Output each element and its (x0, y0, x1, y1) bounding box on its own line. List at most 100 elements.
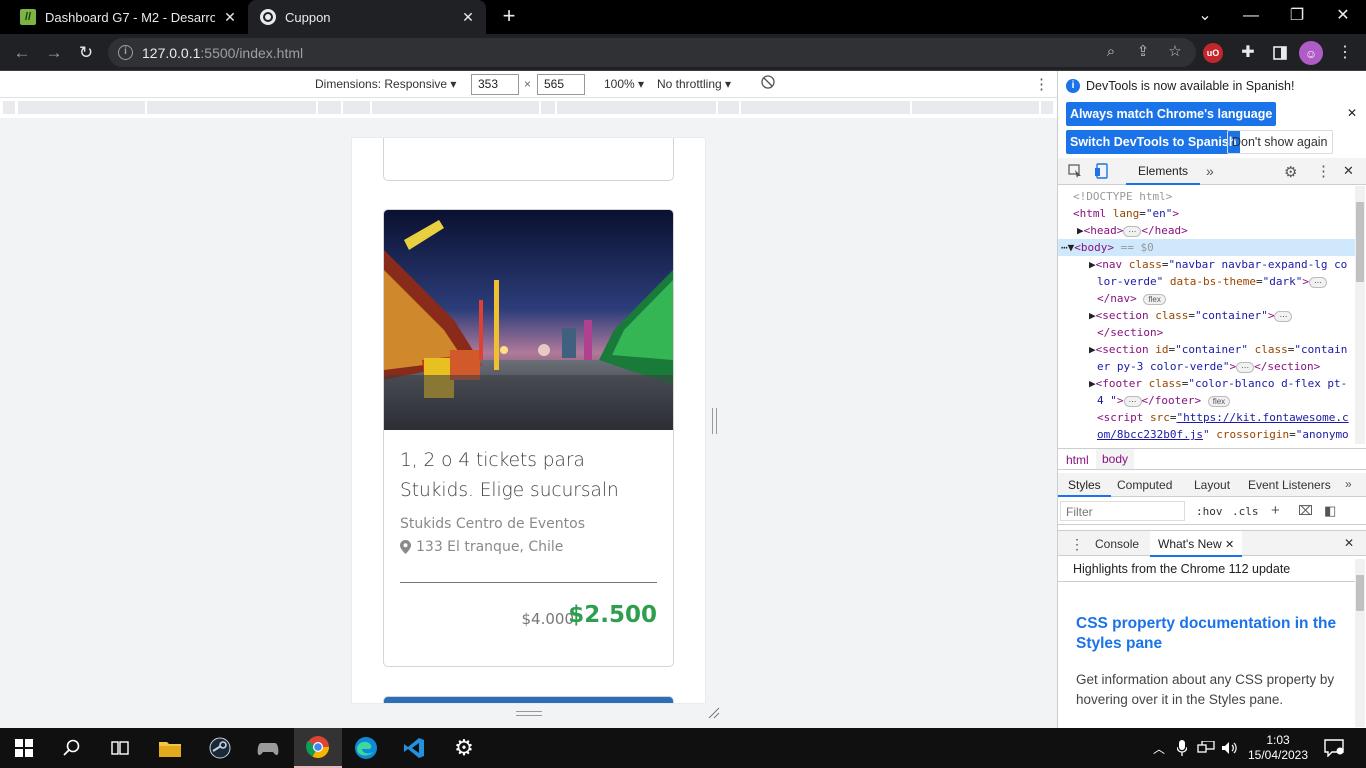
tab-cuppon[interactable]: Cuppon ✕ (248, 0, 486, 34)
file-explorer-icon[interactable] (146, 728, 194, 768)
language-notice: DevTools is now available in Spanish! (1086, 79, 1295, 93)
volume-icon[interactable] (1220, 728, 1240, 768)
close-infobar-icon[interactable]: ✕ (1347, 106, 1357, 120)
restore-button[interactable]: ❐ (1274, 0, 1320, 34)
media-query-bar[interactable] (0, 98, 1057, 118)
whats-new-body: Get information about any CSS property b… (1076, 672, 1335, 707)
address: 133 El tranque, Chile (400, 539, 563, 555)
side-panel-icon[interactable] (1267, 40, 1293, 66)
close-drawer-icon[interactable]: ✕ (1344, 536, 1354, 550)
sidebar-toggle-icon[interactable]: ◧ (1324, 503, 1336, 519)
resize-bottom-handle[interactable] (516, 711, 542, 716)
width-input[interactable]: 353 (471, 74, 519, 95)
address-bar[interactable]: i 127.0.0.1:5500/index.html ⌕ ⇪ ☆ (108, 38, 1196, 67)
profile-avatar[interactable]: ☺ (1299, 41, 1323, 65)
search-icon[interactable] (48, 728, 96, 768)
times-sign: × (524, 77, 532, 91)
extensions-puzzle-icon[interactable]: ✚ (1235, 40, 1261, 66)
close-window-button[interactable]: ✕ (1320, 0, 1366, 34)
info-icon[interactable]: i (118, 45, 133, 60)
resize-corner-icon[interactable] (707, 706, 721, 720)
map-pin-icon (400, 540, 411, 554)
zoom-search-icon[interactable]: ⌕ (1100, 41, 1122, 63)
height-input[interactable]: 565 (537, 74, 585, 95)
menu-kebab-icon[interactable]: ⋮ (1332, 40, 1358, 66)
game-controller-icon[interactable] (244, 728, 292, 768)
dont-show-again-button[interactable]: Don't show again (1227, 130, 1333, 154)
kebab-menu-icon[interactable]: ⋮ (1316, 162, 1331, 180)
page-viewport: 1, 2 o 4 tickets para Stukids. Elige suc… (352, 138, 705, 703)
hov-toggle[interactable]: :hov (1196, 505, 1223, 518)
url-text[interactable]: 127.0.0.1:5500/index.html (142, 45, 303, 61)
drawer-scrollbar[interactable] (1355, 559, 1365, 727)
tab-event-listeners[interactable]: Event Listeners (1248, 478, 1331, 492)
network-icon[interactable] (1196, 728, 1216, 768)
next-card[interactable] (383, 696, 674, 703)
minimize-button[interactable]: — (1228, 0, 1274, 34)
vscode-icon[interactable] (390, 728, 438, 768)
crumb-html[interactable]: html (1066, 453, 1089, 467)
more-tabs-icon[interactable]: » (1345, 477, 1352, 491)
more-tabs-icon[interactable]: » (1206, 163, 1214, 179)
crumb-body[interactable]: body (1096, 449, 1135, 469)
microphone-icon[interactable] (1174, 728, 1190, 768)
tab-dashboard[interactable]: // Dashboard G7 - M2 - Desarrollo ✕ (8, 0, 248, 34)
windows-start-icon[interactable] (0, 728, 48, 768)
tab-strip: // Dashboard G7 - M2 - Desarrollo ✕ Cupp… (0, 0, 1366, 34)
chevron-up-icon[interactable]: ︿ (1150, 728, 1168, 768)
rotate-icon[interactable] (761, 75, 775, 92)
tab-search-chevron-down-icon[interactable]: ⌄ (1182, 0, 1228, 34)
inspect-element-icon[interactable] (1068, 164, 1082, 178)
dom-tree[interactable]: <!DOCTYPE html> <html lang="en"> ▶<head>… (1058, 186, 1355, 444)
chrome-icon[interactable] (294, 728, 342, 768)
gear-icon[interactable]: ⚙ (1284, 163, 1297, 181)
switch-to-spanish-button[interactable]: Switch DevTools to Spanish (1066, 130, 1241, 154)
reload-icon[interactable]: ↻ (73, 40, 99, 66)
ublock-icon[interactable]: uO (1203, 43, 1223, 63)
steam-icon[interactable] (196, 728, 244, 768)
whats-new-header: Highlights from the Chrome 112 update (1058, 557, 1356, 582)
cls-toggle[interactable]: .cls (1232, 505, 1259, 518)
whats-new-title[interactable]: CSS property documentation in the Styles… (1076, 614, 1354, 654)
dom-scrollbar[interactable] (1355, 186, 1365, 444)
drawer-tabbar: ⋮ Console What's New ✕ ✕ (1058, 530, 1366, 557)
new-rule-icon[interactable]: + (1271, 502, 1280, 519)
tab-computed[interactable]: Computed (1117, 478, 1172, 492)
close-icon[interactable]: ✕ (222, 9, 238, 25)
tab-styles[interactable]: Styles (1058, 473, 1111, 497)
notifications-icon[interactable] (1320, 728, 1348, 768)
filter-input[interactable]: Filter (1060, 501, 1185, 521)
tab-console[interactable]: Console (1095, 537, 1139, 551)
styles-filter-bar: Filter :hov .cls + ⌧ ◧ (1058, 499, 1366, 525)
clock[interactable]: 1:03 15/04/2023 (1248, 728, 1308, 768)
new-price: $2.500 (568, 602, 657, 628)
star-icon[interactable]: ☆ (1164, 41, 1186, 63)
more-options-icon[interactable]: ⋮ (1034, 75, 1049, 93)
settings-gear-icon[interactable]: ⚙ (440, 728, 488, 768)
close-tab-icon[interactable]: ✕ (1225, 539, 1234, 551)
paint-brush-icon[interactable]: ⌧ (1298, 503, 1313, 519)
tab-elements[interactable]: Elements (1126, 158, 1201, 185)
forward-arrow-icon[interactable]: → (41, 40, 67, 66)
tab-layout[interactable]: Layout (1194, 478, 1230, 492)
card-title[interactable]: 1, 2 o 4 tickets para Stukids. Elige suc… (400, 446, 660, 506)
task-view-icon[interactable] (96, 728, 144, 768)
always-match-language-button[interactable]: Always match Chrome's language (1066, 102, 1277, 126)
tab-whats-new[interactable]: What's New ✕ (1150, 531, 1243, 557)
close-devtools-icon[interactable]: ✕ (1343, 163, 1354, 179)
throttling-select[interactable]: No throttling ▾ (657, 77, 731, 91)
old-price: $4.000 (521, 610, 575, 628)
device-toolbar-toggle-icon[interactable] (1094, 163, 1108, 179)
drawer-menu-icon[interactable]: ⋮ (1070, 536, 1084, 553)
dimensions-select[interactable]: Dimensions: Responsive ▾ (315, 77, 456, 91)
fair-night-photo (384, 210, 673, 430)
new-tab-button[interactable]: + (498, 5, 520, 28)
product-card[interactable]: 1, 2 o 4 tickets para Stukids. Elige suc… (383, 209, 674, 667)
share-icon[interactable]: ⇪ (1132, 41, 1154, 63)
close-icon[interactable]: ✕ (460, 9, 476, 25)
back-arrow-icon[interactable]: ← (9, 40, 35, 66)
edge-icon[interactable] (342, 728, 390, 768)
product-card[interactable] (383, 138, 674, 181)
zoom-select[interactable]: 100% ▾ (604, 77, 644, 91)
resize-right-handle[interactable] (712, 408, 717, 434)
